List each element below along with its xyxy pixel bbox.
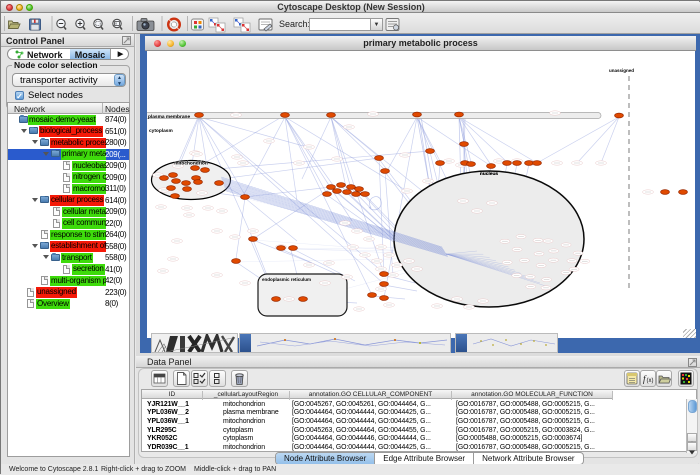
svg-text:mitochondrion: mitochondrion xyxy=(174,161,208,167)
svg-text:cytoplasm: cytoplasm xyxy=(149,128,173,134)
svg-text:endoplasmic reticulum: endoplasmic reticulum xyxy=(262,277,311,282)
svg-text:nucleus: nucleus xyxy=(480,171,498,177)
svg-text:plasma membrane: plasma membrane xyxy=(148,114,190,120)
svg-text:(x): (x) xyxy=(647,378,654,384)
svg-text:unassigned: unassigned xyxy=(609,68,634,73)
